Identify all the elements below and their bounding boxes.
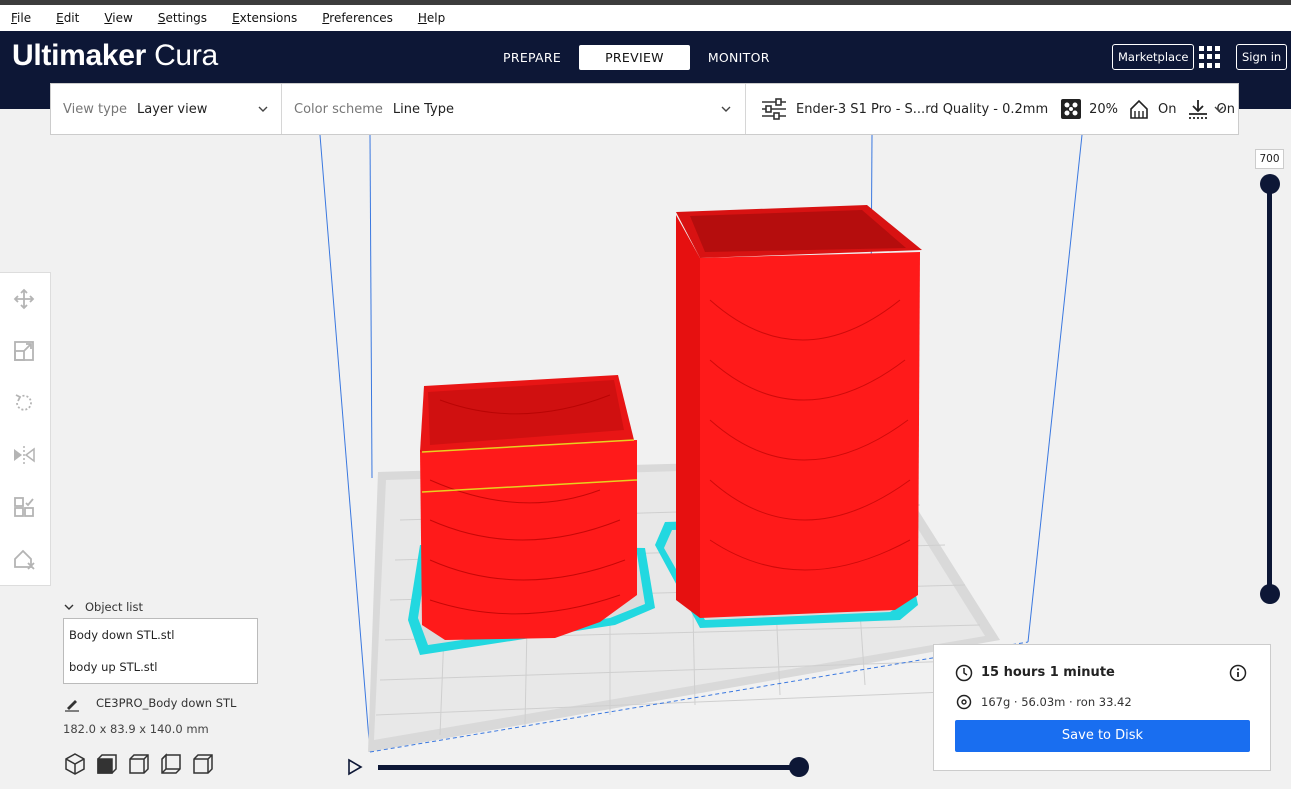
view-left-icon[interactable] (159, 752, 183, 776)
info-icon[interactable] (1229, 664, 1247, 682)
layer-slider-bottom-handle[interactable] (1260, 584, 1280, 604)
color-scheme-label: Color scheme (294, 101, 383, 117)
save-to-disk-button[interactable]: Save to Disk (955, 720, 1250, 752)
view-type-value: Layer view (137, 101, 208, 117)
menu-view[interactable]: View (104, 11, 132, 25)
brand-bold: Ultimaker (12, 39, 147, 72)
selected-object-name[interactable]: CE3PRO_Body down STL (96, 696, 236, 710)
support-blocker-icon[interactable] (12, 547, 36, 571)
chevron-down-icon (64, 604, 74, 610)
current-layer-number[interactable]: 700 (1255, 149, 1284, 169)
infill-icon (1061, 99, 1082, 119)
menu-settings[interactable]: Settings (158, 11, 207, 25)
side-toolbar (0, 272, 51, 586)
view-3d-icon[interactable] (63, 752, 87, 776)
material-usage: 167g · 56.03m · ron 33.42 (981, 695, 1132, 709)
support-icon (1130, 99, 1148, 119)
stage-tabs: PREPARE PREVIEW MONITOR (485, 45, 788, 70)
chevron-down-icon (721, 106, 731, 112)
apps-grid-icon[interactable] (1199, 46, 1221, 68)
app-logo: Ultimaker Cura (12, 39, 218, 73)
spool-icon (956, 694, 972, 710)
view-top-icon[interactable] (127, 752, 151, 776)
menu-extensions[interactable]: Extensions (232, 11, 297, 25)
play-icon[interactable] (346, 758, 364, 776)
menu-preferences[interactable]: Preferences (322, 11, 393, 25)
menu-help[interactable]: Help (418, 11, 445, 25)
per-model-settings-icon[interactable] (12, 495, 36, 519)
sign-in-button[interactable]: Sign in (1236, 44, 1288, 70)
clock-icon (955, 664, 973, 682)
chevron-down-icon (258, 106, 268, 112)
color-scheme-value: Line Type (392, 101, 454, 117)
camera-view-buttons (63, 752, 223, 776)
rotate-icon[interactable] (12, 391, 36, 415)
list-item[interactable]: Body down STL.stl (64, 619, 257, 651)
adhesion-icon (1188, 100, 1207, 119)
view-type-label: View type (63, 101, 128, 117)
color-scheme-selector[interactable]: Color scheme Line Type (282, 84, 746, 134)
view-type-selector[interactable]: View type Layer view (51, 84, 282, 134)
chevron-down-icon (1214, 106, 1224, 112)
scale-icon[interactable] (12, 339, 36, 363)
support-status: On (1158, 101, 1177, 117)
view-toolbar: View type Layer view Color scheme Line T… (50, 83, 1239, 135)
print-profile: Ender-3 S1 Pro - S...rd Quality - 0.2mm (796, 101, 1049, 117)
tab-preview[interactable]: PREVIEW (579, 45, 690, 70)
object-list-title: Object list (85, 600, 143, 614)
marketplace-button[interactable]: Marketplace (1112, 44, 1195, 70)
print-time: 15 hours 1 minute (981, 665, 1115, 680)
print-info-panel: 15 hours 1 minute 167g · 56.03m · ron 33… (933, 644, 1271, 771)
list-item[interactable]: body up STL.stl (64, 651, 257, 683)
view-right-icon[interactable] (191, 752, 215, 776)
tab-prepare[interactable]: PREPARE (485, 45, 579, 70)
print-settings-selector[interactable]: Ender-3 S1 Pro - S...rd Quality - 0.2mm … (746, 84, 1238, 134)
tab-monitor[interactable]: MONITOR (690, 45, 788, 70)
pencil-icon[interactable] (64, 696, 80, 712)
brand-light: Cura (146, 39, 218, 72)
menu-edit[interactable]: Edit (56, 11, 79, 25)
infill-percentage: 20% (1089, 101, 1119, 117)
layer-slider-top-handle[interactable] (1260, 174, 1280, 194)
move-icon[interactable] (12, 287, 36, 311)
menu-file[interactable]: File (11, 11, 31, 25)
settings-sliders-icon (762, 98, 786, 120)
object-list: Body down STL.stl body up STL.stl (63, 618, 258, 684)
object-list-toggle[interactable]: Object list (63, 600, 143, 614)
mirror-icon[interactable] (12, 443, 36, 467)
object-dimensions: 182.0 x 83.9 x 140.0 mm (63, 722, 209, 736)
playback-slider-handle[interactable] (789, 757, 809, 777)
layer-slider-track[interactable] (1267, 184, 1272, 594)
playback-slider-track[interactable] (378, 765, 800, 770)
view-front-icon[interactable] (95, 752, 119, 776)
menu-bar: File Edit View Settings Extensions Prefe… (0, 5, 1291, 31)
